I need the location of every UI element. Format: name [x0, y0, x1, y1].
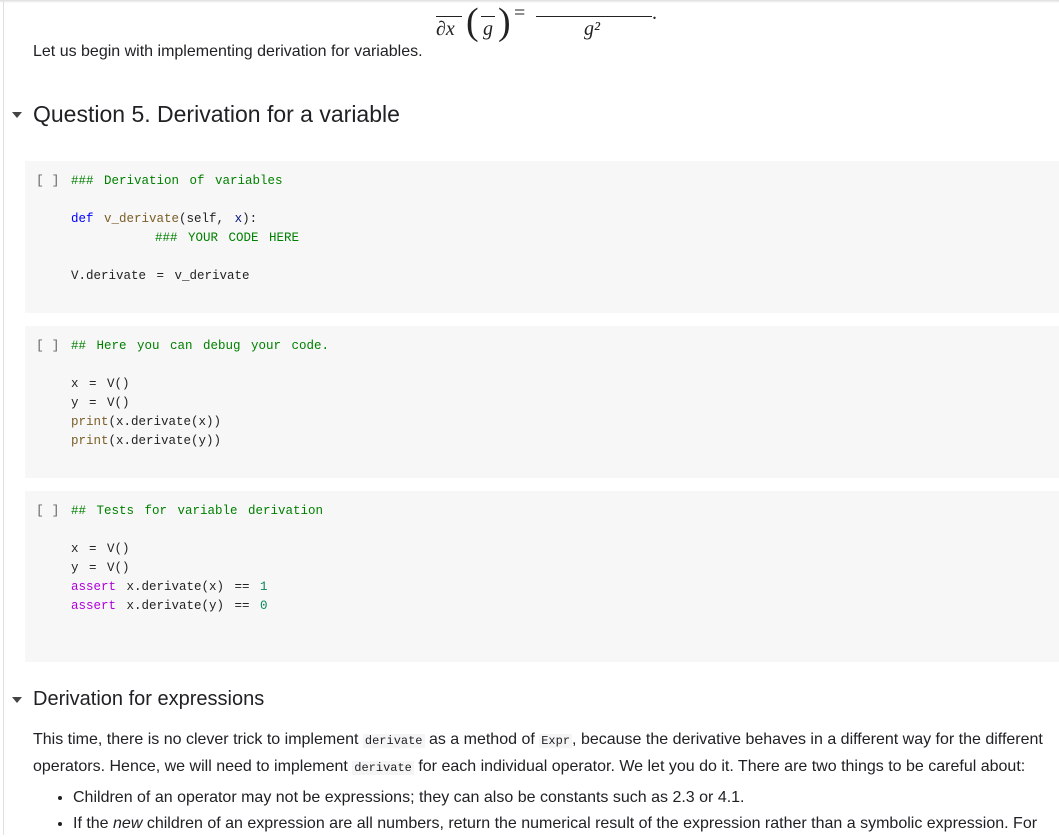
- code-token: x = V(): [71, 542, 130, 556]
- code-token: ):: [242, 212, 258, 226]
- code-line: V.derivate = v_derivate: [71, 267, 299, 286]
- math-paren-open: (: [466, 1, 479, 43]
- code-token: print: [71, 415, 109, 429]
- code-token: (x.derivate(y)): [108, 434, 222, 448]
- bullet-text: Children of an operator may not be expre…: [73, 789, 745, 806]
- bullet-text: If the: [73, 815, 114, 832]
- expressions-paragraph: This time, there is no clever trick to i…: [33, 727, 1053, 781]
- code-line: print(x.derivate(x)): [71, 413, 329, 432]
- code-line: ## Tests for variable derivation: [71, 502, 323, 521]
- code-line: y = V(): [71, 394, 329, 413]
- math-g: g: [483, 18, 493, 40]
- cell-border: [3, 0, 4, 835]
- code-line: x = V(): [71, 375, 329, 394]
- inline-code: derivate: [352, 761, 414, 775]
- collapse-triangle-icon[interactable]: [12, 696, 22, 703]
- code-line: x = V(): [71, 540, 323, 559]
- bullet-item: Children of an operator may not be expre…: [73, 785, 1053, 811]
- math-period: .: [652, 2, 657, 24]
- code-token: 1: [260, 580, 268, 594]
- text: This time, there is no clever trick to i…: [33, 731, 363, 748]
- bullet-item: If the new children of an expression are…: [73, 811, 1053, 837]
- emphasis: new: [113, 815, 143, 832]
- math-equals: =: [514, 2, 526, 24]
- code-line: ### Derivation of variables: [71, 172, 299, 191]
- top-edge: [0, 0, 1059, 3]
- code-editor[interactable]: ## Here you can debug your code. x = V() y…: [71, 337, 329, 451]
- math-fraction-bar: [481, 16, 495, 17]
- intro-text: Let us begin with implementing derivatio…: [33, 43, 423, 60]
- math-paren-close: ): [498, 1, 511, 43]
- code-token: def: [71, 212, 94, 226]
- run-cell-button[interactable]: [ ]: [36, 503, 59, 518]
- code-token: x: [234, 212, 243, 226]
- code-token: ## Tests for variable derivation: [71, 504, 324, 518]
- code-line: print(x.derivate(y)): [71, 432, 329, 451]
- code-token: y = V(): [71, 561, 130, 575]
- bullet-text: children of an expression are all number…: [142, 815, 1038, 832]
- section-heading-question5[interactable]: Question 5. Derivation for a variable: [12, 101, 400, 128]
- run-cell-button[interactable]: [ ]: [36, 338, 59, 353]
- code-line: ### YOUR CODE HERE: [71, 229, 299, 248]
- code-line: def v_derivate(self, x):: [71, 210, 299, 229]
- code-token: ### YOUR CODE HERE: [155, 231, 300, 245]
- code-token: x = V(): [71, 377, 130, 391]
- inline-code: derivate: [362, 734, 425, 748]
- code-token: y = V(): [71, 396, 130, 410]
- section-title: Derivation for expressions: [33, 688, 265, 710]
- code-token: x.derivate(y) ==: [116, 599, 261, 613]
- code-line: assert x.derivate(x) == 1: [71, 578, 323, 597]
- code-cell-tests[interactable]: [ ] ## Tests for variable derivation x = V…: [25, 491, 1059, 662]
- code-line: ## Here you can debug your code.: [71, 337, 329, 356]
- code-token: v_derivate: [104, 212, 180, 226]
- code-line: assert x.derivate(y) == 0: [71, 597, 323, 616]
- code-line: y = V(): [71, 559, 323, 578]
- code-token: print: [71, 434, 109, 448]
- section-title: Question 5. Derivation for a variable: [33, 101, 400, 127]
- section-heading-expressions[interactable]: Derivation for expressions: [12, 688, 264, 711]
- math-g-squared: g²: [584, 18, 600, 40]
- code-token: (x.derivate(x)): [108, 415, 222, 429]
- code-token: ## Here you can debug your code.: [71, 339, 330, 353]
- math-fraction-bar: [436, 16, 462, 17]
- text: as a method of: [424, 731, 540, 748]
- code-editor[interactable]: ### Derivation of variables def v_derivat…: [71, 172, 299, 286]
- code-token: assert: [71, 599, 117, 613]
- code-token: 0: [260, 599, 268, 613]
- math-partial-x: ∂x: [436, 18, 455, 40]
- code-token: assert: [71, 580, 117, 594]
- math-fraction-bar: [536, 16, 652, 17]
- inline-code: Expr: [539, 734, 573, 748]
- code-token: V.derivate = v_derivate: [71, 269, 250, 283]
- code-editor[interactable]: ## Tests for variable derivation x = V() y…: [71, 502, 323, 616]
- code-cell-debug[interactable]: [ ] ## Here you can debug your code. x = V…: [25, 326, 1059, 478]
- run-cell-button[interactable]: [ ]: [36, 173, 59, 188]
- text: for each individual operator. We let you…: [413, 758, 1026, 775]
- collapse-triangle-icon[interactable]: [12, 111, 22, 118]
- bullet-list: Children of an operator may not be expre…: [53, 785, 1053, 837]
- code-token: (self,: [179, 212, 235, 226]
- code-token: x.derivate(x) ==: [116, 580, 261, 594]
- code-cell-derivation[interactable]: [ ] ### Derivation of variables def v_deri…: [25, 161, 1059, 313]
- code-token: ### Derivation of variables: [71, 174, 283, 188]
